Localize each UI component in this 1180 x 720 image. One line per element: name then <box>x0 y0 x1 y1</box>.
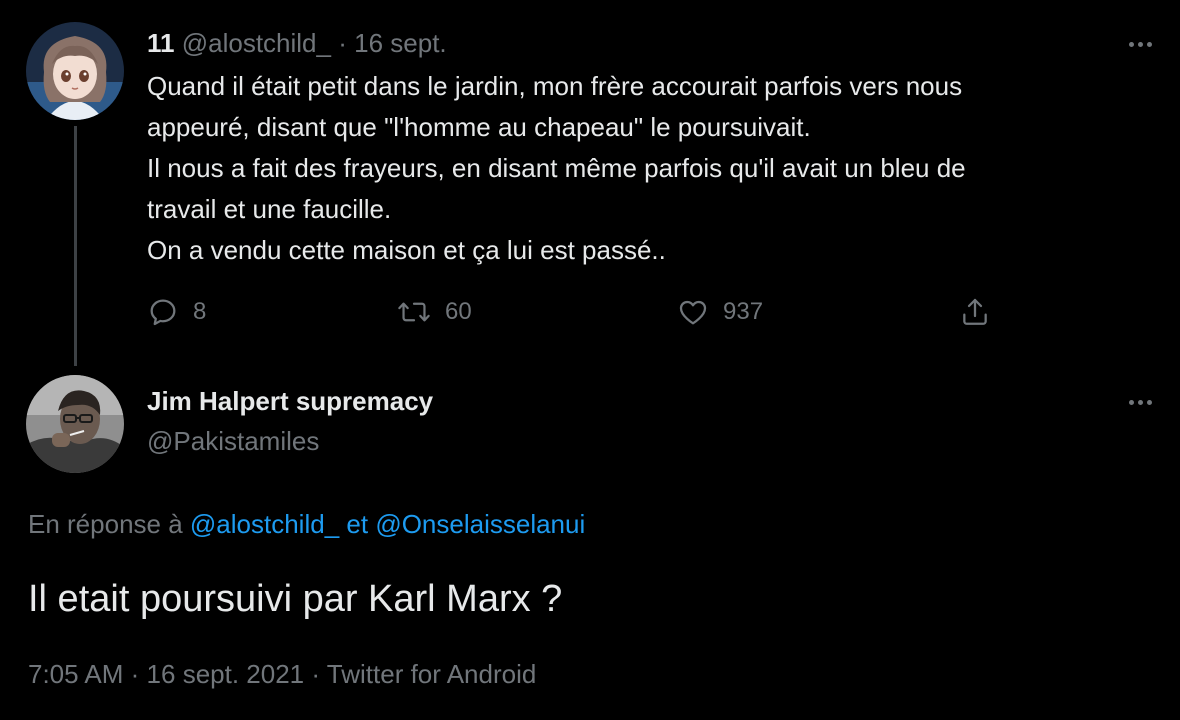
tweet-date[interactable]: 16 sept. <box>354 28 447 58</box>
conjunction: et <box>346 509 369 539</box>
more-icon <box>1128 41 1134 47</box>
tweet-text-line: travail et une faucille. <box>147 194 392 224</box>
retweet-icon <box>398 302 430 322</box>
more-options-button[interactable] <box>1120 392 1160 412</box>
more-options-button[interactable] <box>1120 34 1160 54</box>
tweet-actions: 8 60 937 <box>147 290 1007 334</box>
in-reply-prefix: En réponse à <box>28 509 183 539</box>
like-button[interactable]: 937 <box>677 290 763 334</box>
tweet-text-line: On a vendu cette maison et ça lui est pa… <box>147 235 666 265</box>
avatar-photo <box>26 375 124 473</box>
tweet-date[interactable]: 16 sept. 2021 <box>147 659 305 689</box>
retweet-button[interactable]: 60 <box>397 290 472 334</box>
avatar[interactable] <box>26 22 124 120</box>
separator: · <box>311 659 321 689</box>
mention-link[interactable]: @alostchild_ <box>190 509 339 539</box>
more-icon <box>1128 399 1134 405</box>
tweet-time[interactable]: 7:05 AM <box>28 659 123 689</box>
author-name[interactable]: Jim Halpert supremacy <box>147 384 433 418</box>
tweet-text-line: Il nous a fait des frayeurs, en disant m… <box>147 153 966 183</box>
share-icon <box>963 298 987 325</box>
in-reply-to: En réponse à @alostchild_ et @Onselaisse… <box>28 507 585 541</box>
heart-icon <box>679 300 707 325</box>
reply-button[interactable]: 8 <box>147 290 206 334</box>
author-handle[interactable]: @Pakistamiles <box>147 424 319 458</box>
tweet-text-line: appeuré, disant que "l'homme au chapeau"… <box>147 112 811 142</box>
author-handle[interactable]: @alostchild_ <box>182 28 331 58</box>
share-button[interactable] <box>959 290 991 334</box>
mention-link[interactable]: @Onselaisselanui <box>375 509 585 539</box>
reply-tweet-header: 11 @alostchild_ · 16 sept. <box>147 26 447 60</box>
avatar-anime-illustration <box>26 22 124 120</box>
tweet-source[interactable]: Twitter for Android <box>327 659 537 689</box>
reply-icon <box>150 299 176 326</box>
thread-connector-line <box>74 126 77 366</box>
retweet-count: 60 <box>445 298 472 325</box>
author-name[interactable]: 11 <box>147 28 175 58</box>
main-tweet-text: Il etait poursuivi par Karl Marx ? <box>28 578 563 620</box>
separator: · <box>338 28 347 58</box>
separator: · <box>130 659 140 689</box>
avatar[interactable] <box>26 375 124 473</box>
tweet-text-line: Quand il était petit dans le jardin, mon… <box>147 71 963 101</box>
tweet-meta: 7:05 AM · 16 sept. 2021 · Twitter for An… <box>28 657 536 691</box>
like-count: 937 <box>723 298 764 325</box>
reply-count: 8 <box>193 298 207 325</box>
reply-tweet-text: Quand il était petit dans le jardin, mon… <box>147 66 1147 271</box>
